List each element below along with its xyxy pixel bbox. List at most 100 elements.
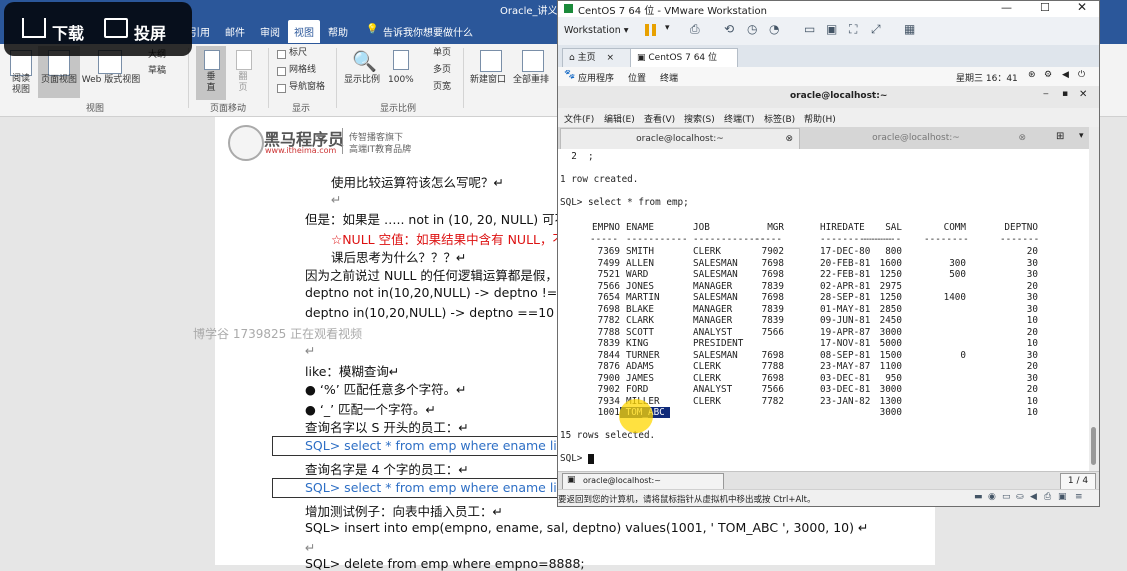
- tab-review[interactable]: 审阅: [260, 24, 280, 39]
- table-cell: 1500: [879, 349, 902, 361]
- tab-references[interactable]: 引用: [190, 24, 210, 39]
- gnome-terminal-menu[interactable]: 终端: [660, 71, 678, 84]
- doc-line: 因为之前说过 NULL 的任何逻辑运算都是假，: [305, 268, 558, 283]
- vertical-label: 垂 直: [206, 72, 216, 93]
- close-icon[interactable]: ✕: [1077, 0, 1087, 14]
- display-icon[interactable]: ▣: [1058, 492, 1067, 502]
- minimize-icon[interactable]: ‒: [1043, 89, 1049, 99]
- taskbar-item-label: oracle@localhost:~: [583, 476, 661, 485]
- table-cell: SALESMAN: [693, 269, 738, 280]
- tab-help[interactable]: 帮助: [328, 24, 348, 39]
- page-width-button[interactable]: 页宽: [433, 82, 451, 93]
- menu-edit[interactable]: 编辑(E): [604, 112, 635, 125]
- pause-icon-bar: [652, 24, 656, 36]
- snapshot-manager-icon[interactable]: ◔: [769, 22, 779, 36]
- full-screen-icon[interactable]: ▭: [804, 22, 815, 36]
- read-mode-button[interactable]: 阅读 视图: [4, 74, 38, 96]
- terminal-scrollbar[interactable]: [1089, 127, 1099, 471]
- clock[interactable]: 星期三 16：41: [956, 71, 1018, 84]
- stretch-icon[interactable]: ⤢: [871, 22, 881, 37]
- tab-view[interactable]: 视图: [288, 20, 320, 43]
- sound-icon[interactable]: ◀: [1030, 492, 1037, 502]
- new-window-button[interactable]: 新建窗口: [470, 75, 506, 86]
- multi-page-button[interactable]: 多页: [433, 65, 451, 76]
- printer-icon[interactable]: ⎙: [1044, 492, 1051, 502]
- table-header-cell: MGR: [767, 222, 784, 233]
- menu-terminal[interactable]: 终端(T): [724, 112, 755, 125]
- tab-mailings[interactable]: 邮件: [225, 24, 245, 39]
- maximize-icon[interactable]: ☐: [1040, 1, 1050, 14]
- nav-pane-checkbox[interactable]: [277, 84, 286, 93]
- group-show-label: 显示: [292, 104, 311, 114]
- terminal-tab-2[interactable]: oracle@localhost:~ ⊗: [800, 128, 1032, 148]
- gnome-applications-menu[interactable]: 应用程序: [578, 71, 614, 84]
- table-cell: 7788: [761, 361, 784, 372]
- table-cell: 7698: [761, 372, 784, 384]
- terminal-output[interactable]: 2 ; 1 row created. SQL> select * from emp;…: [558, 149, 1089, 471]
- table-cell: SMITH: [626, 246, 654, 257]
- chevron-down-icon[interactable]: ▾: [665, 23, 670, 33]
- download-button[interactable]: 下载: [52, 20, 84, 44]
- tab-home[interactable]: ⌂ 主页 ×: [562, 48, 634, 67]
- console-view-icon[interactable]: ⛶: [849, 22, 857, 37]
- tab-centos-label: CentOS 7 64 位: [648, 53, 718, 63]
- pause-icon[interactable]: [645, 24, 649, 36]
- close-icon[interactable]: ⊗: [785, 129, 793, 149]
- workspace-indicator[interactable]: 1 / 4: [1060, 473, 1096, 490]
- revert-snapshot-icon[interactable]: ◷: [747, 22, 757, 36]
- table-cell: 30: [1026, 292, 1038, 303]
- hdd-icon[interactable]: ▬: [974, 492, 983, 502]
- nav-pane-label: 导航窗格: [289, 82, 326, 92]
- menu-file[interactable]: 文件(F): [564, 112, 594, 125]
- scrollbar-thumb[interactable]: [1091, 427, 1096, 465]
- ruler-checkbox[interactable]: [277, 50, 286, 59]
- library-icon[interactable]: ▦: [904, 22, 915, 36]
- power-icon[interactable]: ⏻: [1078, 70, 1085, 80]
- one-page-button[interactable]: 单页: [433, 48, 451, 59]
- menu-search[interactable]: 搜索(S): [684, 112, 715, 125]
- gnome-places-menu[interactable]: 位置: [628, 71, 646, 84]
- cd-icon[interactable]: ◉: [988, 492, 996, 502]
- table-header-rule: --------: [924, 233, 969, 245]
- zoom-100-button[interactable]: 100%: [388, 75, 414, 86]
- group-zoom-label: 显示比例: [380, 104, 417, 114]
- menu-view[interactable]: 查看(V): [644, 112, 675, 125]
- maximize-icon[interactable]: ▪: [1062, 89, 1068, 99]
- minimize-icon[interactable]: —: [1001, 1, 1012, 14]
- draft-button[interactable]: 草稿: [148, 66, 166, 77]
- table-header-rule: -------: [862, 233, 902, 245]
- close-icon[interactable]: ×: [606, 53, 614, 63]
- zoom-button[interactable]: 显示比例: [344, 75, 380, 86]
- doc-line: like：模糊查询↵: [305, 364, 400, 379]
- table-cell: 7839: [597, 338, 620, 349]
- network-icon[interactable]: ⚙: [1044, 70, 1052, 80]
- tell-me-box[interactable]: 告诉我你想要做什么: [383, 24, 473, 39]
- network-adapter-icon[interactable]: ▭: [1002, 492, 1011, 502]
- taskbar-terminal-item[interactable]: ▣ oracle@localhost:~: [562, 473, 724, 490]
- terminal-tab-1[interactable]: oracle@localhost:~ ⊗: [560, 128, 800, 150]
- send-ctrl-alt-del-icon[interactable]: ⎙: [690, 22, 700, 37]
- gridlines-checkbox[interactable]: [277, 67, 286, 76]
- side-to-side-button[interactable]: 翻 页: [228, 72, 258, 94]
- tabs-menu-icon[interactable]: ▾: [1079, 131, 1084, 141]
- message-icon[interactable]: ≡: [1075, 492, 1083, 502]
- tab-centos[interactable]: ▣ CentOS 7 64 位 ×: [630, 48, 738, 81]
- accessibility-icon[interactable]: ⊛: [1028, 70, 1036, 80]
- unity-icon[interactable]: ▣: [826, 22, 837, 36]
- sql-prompt[interactable]: SQL>: [560, 453, 594, 464]
- menu-help[interactable]: 帮助(H): [804, 112, 836, 125]
- close-icon[interactable]: ✕: [1079, 89, 1087, 100]
- arrange-all-button[interactable]: 全部重排: [513, 75, 549, 86]
- workstation-menu[interactable]: Workstation ▾: [564, 25, 629, 36]
- cast-button[interactable]: 投屏: [134, 20, 166, 44]
- usb-icon[interactable]: ⛀: [1016, 492, 1024, 502]
- close-icon[interactable]: ⊗: [1018, 128, 1026, 148]
- menu-tabs[interactable]: 标签(B): [764, 112, 795, 125]
- terminal-tab-2-label: oracle@localhost:~: [872, 133, 960, 143]
- doc-line: 课后思考为什么？？？↵: [331, 250, 467, 265]
- new-tab-icon[interactable]: ⊞: [1056, 131, 1064, 142]
- web-layout-button[interactable]: Web 版式视图: [80, 75, 142, 86]
- snapshot-icon[interactable]: ⟲: [724, 22, 734, 36]
- table-cell: 300: [949, 257, 966, 269]
- volume-icon[interactable]: ◀: [1062, 70, 1069, 80]
